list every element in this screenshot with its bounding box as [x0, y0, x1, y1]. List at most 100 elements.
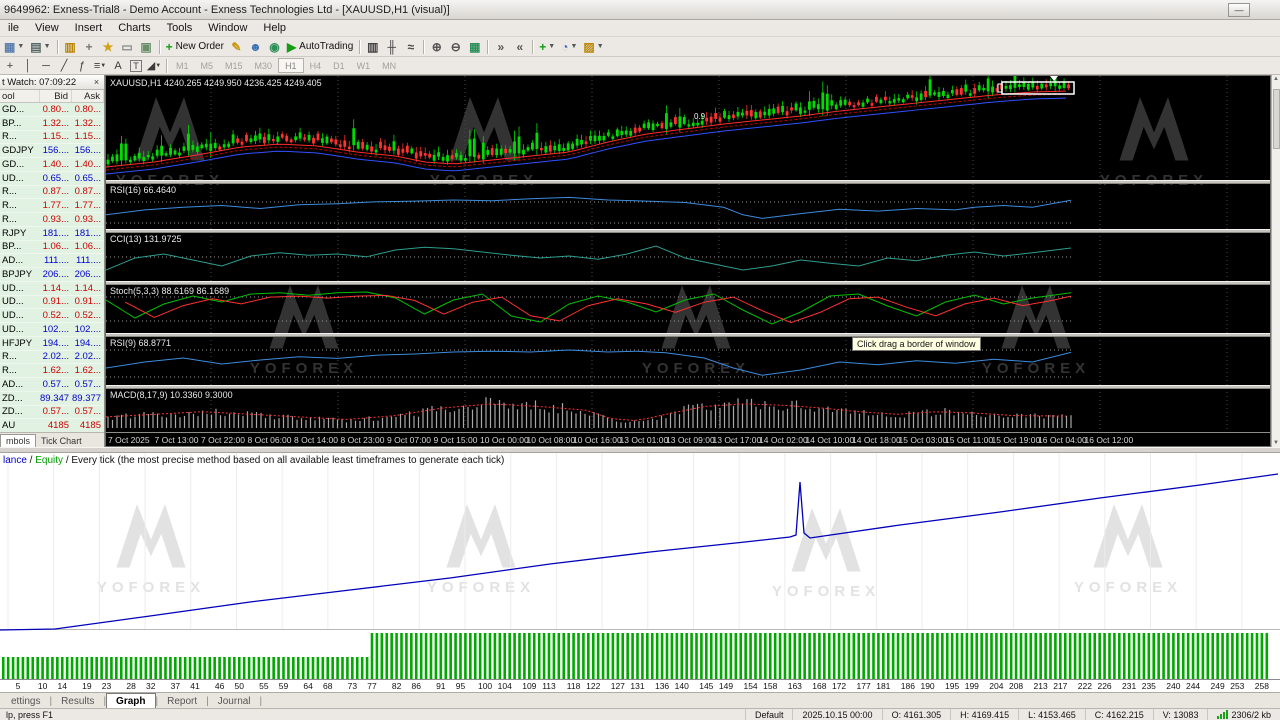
watch-row[interactable]: AD... 0.57... 0.57... [0, 378, 104, 392]
watch-row[interactable]: R... 2.02... 2.02... [0, 350, 104, 365]
arrows-tool[interactable]: ◢ ▼ [145, 58, 163, 74]
balance-graph-canvas[interactable] [0, 453, 1280, 680]
channels-tool[interactable]: ≡ ▼ [91, 58, 109, 74]
symbol-column-header[interactable]: ool [0, 90, 40, 102]
menu-insert[interactable]: Insert [67, 20, 111, 36]
watch-row[interactable]: AU 4185 4185 [0, 419, 104, 432]
watch-row[interactable]: BP... 1.06... 1.06... [0, 240, 104, 255]
autotrading-button[interactable]: ▶ AutoTrading [284, 38, 356, 55]
cursor-crosshair-tool[interactable]: + [1, 58, 19, 74]
accounts-button[interactable]: ☻ [246, 38, 265, 55]
favorites-button[interactable]: ★ [99, 38, 118, 55]
watch-row[interactable]: GDJPY 156.... 156.... [0, 144, 104, 158]
watch-row[interactable]: R... 1.15... 1.15... [0, 130, 104, 145]
watch-row[interactable]: UD... 1.14... 1.14... [0, 281, 104, 296]
scroll-up-icon[interactable]: ▲ [1273, 75, 1279, 83]
text-label-tool[interactable]: T [127, 58, 145, 74]
watch-row[interactable]: UD... 0.91... 0.91... [0, 295, 104, 310]
timeframe-h1-button[interactable]: H1 [278, 58, 304, 73]
crosshair-mode-button[interactable]: + [80, 38, 99, 55]
watch-row[interactable]: R... 0.93... 0.93... [0, 213, 104, 227]
line-chart-button[interactable]: ≈ [401, 38, 420, 55]
text-icon: A [114, 59, 122, 72]
market-watch-toggle-button[interactable]: ▭ [118, 38, 137, 55]
timeframe-m5-button[interactable]: M5 [195, 58, 220, 73]
watch-row[interactable]: AD... 111.... 111.... [0, 254, 104, 268]
fibonacci-tool[interactable]: ƒ [73, 58, 91, 74]
trade-number-label: 118 [566, 681, 581, 691]
menu-view[interactable]: View [27, 20, 67, 36]
trade-number-axis: 5 10 14 19 23 28 32 37 41 46 50 55 59 64 68 73 77 82 86 91 9… [0, 680, 1280, 692]
ask-column-header[interactable]: Ask [72, 90, 104, 102]
market-watch-tab-mbols[interactable]: mbols [0, 434, 37, 447]
chart-window[interactable]: XAUUSD,H1 4240.265 4249.950 4236.425 424… [105, 75, 1271, 447]
tile-windows-button[interactable]: ▦ [465, 38, 484, 55]
styles-button[interactable]: ✎ [227, 38, 246, 55]
profiles-button[interactable]: ▤ ▼ [27, 38, 53, 55]
watch-row[interactable]: RJPY 181.... 181.... [0, 226, 104, 241]
scrollbar-thumb[interactable] [1273, 89, 1280, 149]
price-chart-canvas[interactable] [106, 76, 1270, 433]
tab-report[interactable]: Report [158, 694, 206, 708]
chevron-down-icon: ▼ [570, 43, 578, 50]
menu-tools[interactable]: Tools [159, 20, 201, 36]
watch-ask: 0.57... [74, 378, 101, 390]
tester-window-button[interactable]: ▣ [137, 38, 156, 55]
watch-row[interactable]: ZD... 89.347 89.377 [0, 391, 104, 406]
watch-row[interactable]: UD... 102.... 102.... [0, 323, 104, 337]
menu-ile[interactable]: ile [0, 20, 27, 36]
timeframe-d1-button[interactable]: D1 [327, 58, 351, 73]
menu-window[interactable]: Window [200, 20, 255, 36]
bid-column-header[interactable]: Bid [40, 90, 72, 102]
tab-ettings[interactable]: ettings [2, 694, 49, 708]
menu-help[interactable]: Help [255, 20, 294, 36]
periods-button[interactable]: ◔ ▼ [558, 38, 580, 55]
trade-number-label: 14 [57, 681, 67, 691]
tab-journal[interactable]: Journal [209, 694, 260, 708]
toolbar-separator [423, 39, 425, 54]
timeframe-m30-button[interactable]: M30 [249, 58, 279, 73]
watch-row[interactable]: R... 1.62... 1.62... [0, 364, 104, 378]
watch-row[interactable]: R... 0.87... 0.87... [0, 185, 104, 200]
vertical-line-tool[interactable]: │ [19, 58, 37, 74]
chart-window-button[interactable]: ▥ [61, 38, 80, 55]
chart-shift-button[interactable]: « [510, 38, 529, 55]
bar-chart-button[interactable]: ▥ [363, 38, 382, 55]
scroll-down-icon[interactable]: ▼ [1273, 439, 1279, 447]
horizontal-line-tool[interactable]: ─ [37, 58, 55, 74]
timeframe-w1-button[interactable]: W1 [351, 58, 377, 73]
watch-row[interactable]: ZD... 0.57... 0.57... [0, 405, 104, 420]
new-order-button[interactable]: + New Order [163, 38, 227, 55]
status-item: C: 4162.215 [1084, 709, 1153, 720]
close-icon[interactable]: × [91, 77, 102, 87]
timeframe-mn-button[interactable]: MN [376, 58, 402, 73]
watch-row[interactable]: HFJPY 194.... 194.... [0, 336, 104, 351]
indicators-button[interactable]: + ▼ [536, 38, 558, 55]
watch-row[interactable]: BPJPY 206.... 206.... [0, 268, 104, 282]
candlestick-button[interactable]: ╫ [382, 38, 401, 55]
menu-charts[interactable]: Charts [110, 20, 158, 36]
timeframe-m15-button[interactable]: M15 [219, 58, 249, 73]
watch-row[interactable]: BP... 1.32... 1.32... [0, 116, 104, 131]
community-button[interactable]: ◉ [265, 38, 284, 55]
tab-graph[interactable]: Graph [106, 693, 156, 708]
watch-row[interactable]: UD... 0.65... 0.65... [0, 171, 104, 186]
tab-results[interactable]: Results [52, 694, 103, 708]
market-watch-tab-tick-chart[interactable]: Tick Chart [36, 435, 87, 447]
zoom-in-button[interactable]: ⊕ [427, 38, 446, 55]
timeframe-m1-button[interactable]: M1 [170, 58, 195, 73]
auto-scroll-button[interactable]: » [491, 38, 510, 55]
vertical-scrollbar[interactable]: ▲ ▼ [1271, 75, 1280, 447]
watch-row[interactable]: R... 1.77... 1.77... [0, 199, 104, 213]
watch-row[interactable]: GD... 0.80... 0.80... [0, 103, 104, 117]
watch-row[interactable]: UD... 0.52... 0.52... [0, 309, 104, 323]
text-tool[interactable]: A [109, 58, 127, 74]
timeframe-h4-button[interactable]: H4 [304, 58, 328, 73]
templates-button[interactable]: ▨ ▼ [580, 38, 606, 55]
new-chart-button[interactable]: ▦ ▼ [1, 38, 27, 55]
window-title: 9649962: Exness-Trial8 - Demo Account - … [4, 3, 450, 16]
trendline-tool[interactable]: ╱ [55, 58, 73, 74]
zoom-out-button[interactable]: ⊖ [446, 38, 465, 55]
minimize-button[interactable]: — [1228, 3, 1250, 17]
watch-row[interactable]: GD... 1.40... 1.40... [0, 158, 104, 172]
